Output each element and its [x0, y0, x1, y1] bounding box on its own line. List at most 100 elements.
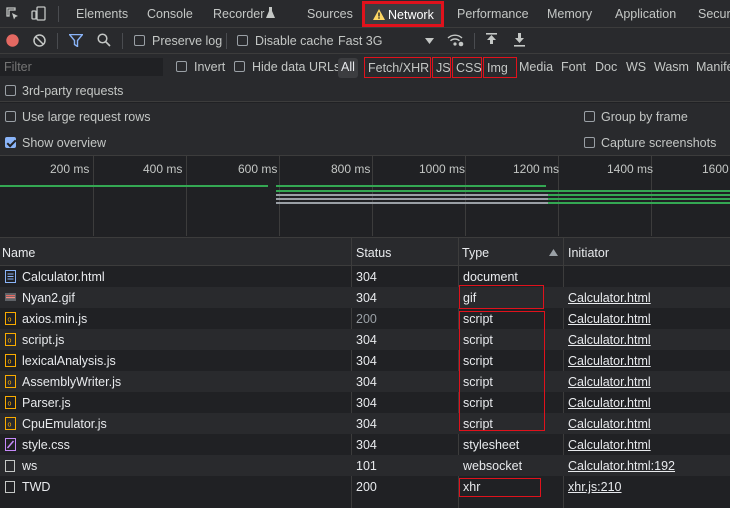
- table-row[interactable]: TWD 200 xhr xhr.js:210: [0, 476, 730, 497]
- filter-type-img[interactable]: Img: [483, 57, 517, 78]
- request-status: 304: [356, 417, 377, 431]
- filter-type-fetch-xhr[interactable]: Fetch/XHR: [364, 57, 431, 78]
- network-overview[interactable]: 200 ms 400 ms 600 ms 800 ms 1000 ms 1200…: [0, 155, 730, 236]
- column-header-status[interactable]: Status: [356, 246, 391, 260]
- table-row[interactable]: Nyan2.gif 304 gif Calculator.html: [0, 287, 730, 308]
- filter-type-media[interactable]: Media: [516, 59, 556, 76]
- request-initiator[interactable]: Calculator.html: [568, 312, 651, 326]
- table-row[interactable]: Calculator.html 304 document: [0, 266, 730, 287]
- network-conditions-icon[interactable]: [447, 33, 464, 47]
- request-initiator[interactable]: Calculator.html: [568, 291, 651, 305]
- filter-type-doc[interactable]: Doc: [592, 59, 620, 76]
- overview-bar: [548, 202, 730, 204]
- third-party-label: 3rd-party requests: [22, 84, 124, 98]
- request-initiator[interactable]: Calculator.html: [568, 396, 651, 410]
- blank-file-icon: [5, 460, 15, 472]
- filter-input[interactable]: [0, 58, 163, 76]
- request-table-header: Name Status Type Initiator: [0, 237, 730, 266]
- column-header-name[interactable]: Name: [2, 246, 35, 260]
- tab-console[interactable]: Console: [147, 7, 193, 21]
- overview-bar: [276, 198, 548, 200]
- filter-type-manifest[interactable]: Manife: [693, 59, 730, 76]
- filter-type-js[interactable]: JS: [432, 57, 451, 78]
- capture-screenshots-checkbox[interactable]: [584, 137, 595, 148]
- filter-type-wasm[interactable]: Wasm: [651, 59, 692, 76]
- export-har-icon[interactable]: [514, 33, 525, 47]
- table-row[interactable]: ws 101 websocket Calculator.html:192: [0, 455, 730, 476]
- table-row[interactable]: style.css 304 stylesheet Calculator.html: [0, 434, 730, 455]
- request-status: 304: [356, 396, 377, 410]
- request-name: script.js: [22, 333, 65, 347]
- sort-ascending-icon[interactable]: [549, 249, 558, 256]
- devtools-tab-bar: Elements Console Recorder Sources Networ…: [0, 0, 730, 28]
- request-initiator[interactable]: Calculator.html: [568, 333, 651, 347]
- large-rows-checkbox[interactable]: [5, 111, 16, 122]
- divider: [474, 33, 475, 49]
- column-header-initiator[interactable]: Initiator: [568, 246, 609, 260]
- tab-network[interactable]: Network: [362, 1, 444, 27]
- request-initiator[interactable]: Calculator.html: [568, 417, 651, 431]
- preserve-log-label: Preserve log: [152, 34, 223, 48]
- hide-data-urls-checkbox[interactable]: [234, 61, 245, 72]
- tab-sources[interactable]: Sources: [307, 7, 353, 21]
- preserve-log-checkbox[interactable]: [134, 35, 145, 46]
- disable-cache-checkbox[interactable]: [237, 35, 248, 46]
- overview-bar: [276, 194, 548, 196]
- request-initiator[interactable]: xhr.js:210: [568, 480, 622, 494]
- svg-text:o: o: [8, 317, 12, 324]
- inspect-element-icon[interactable]: [6, 7, 20, 21]
- invert-checkbox[interactable]: [176, 61, 187, 72]
- show-overview-checkbox[interactable]: [5, 137, 16, 148]
- filter-icon[interactable]: [69, 34, 83, 47]
- chevron-down-icon[interactable]: [425, 38, 434, 44]
- filter-type-css[interactable]: CSS: [452, 57, 482, 78]
- table-row[interactable]: o AssemblyWriter.js 304 script Calculato…: [0, 371, 730, 392]
- import-har-icon[interactable]: [486, 33, 497, 47]
- script-icon: o: [5, 333, 16, 346]
- divider: [57, 33, 58, 49]
- request-initiator[interactable]: Calculator.html: [568, 438, 651, 452]
- column-header-type[interactable]: Type: [462, 246, 489, 260]
- filter-type-ws[interactable]: WS: [623, 59, 649, 76]
- script-icon: o: [5, 396, 16, 409]
- table-row[interactable]: o Parser.js 304 script Calculator.html: [0, 392, 730, 413]
- image-icon: [5, 293, 16, 301]
- tab-memory[interactable]: Memory: [547, 7, 592, 21]
- tab-application[interactable]: Application: [615, 7, 676, 21]
- overview-bar: [276, 185, 546, 187]
- tab-security[interactable]: Securi: [698, 7, 730, 21]
- stylesheet-icon: [5, 438, 16, 451]
- record-icon[interactable]: [6, 34, 19, 47]
- request-status: 101: [356, 459, 377, 473]
- request-initiator[interactable]: Calculator.html: [568, 375, 651, 389]
- group-by-frame-checkbox[interactable]: [584, 111, 595, 122]
- device-toolbar-icon[interactable]: [31, 6, 47, 22]
- divider: [122, 33, 123, 49]
- hide-data-urls-label: Hide data URLs: [252, 60, 341, 74]
- divider: [226, 33, 227, 49]
- request-name: style.css: [22, 438, 70, 452]
- table-row[interactable]: o lexicalAnalysis.js 304 script Calculat…: [0, 350, 730, 371]
- warning-triangle-icon: [373, 9, 385, 20]
- throttling-select[interactable]: Fast 3G: [338, 34, 382, 48]
- third-party-checkbox[interactable]: [5, 85, 16, 96]
- overview-tick: 600 ms: [238, 162, 278, 176]
- tab-elements[interactable]: Elements: [76, 7, 128, 21]
- annotation-box: [459, 285, 544, 309]
- show-overview-label: Show overview: [22, 136, 107, 150]
- capture-screenshots-label: Capture screenshots: [601, 136, 717, 150]
- request-initiator[interactable]: Calculator.html: [568, 354, 651, 368]
- filter-type-font[interactable]: Font: [558, 59, 589, 76]
- filter-type-all[interactable]: All: [338, 58, 358, 78]
- search-icon[interactable]: [97, 33, 111, 47]
- request-name: axios.min.js: [22, 312, 88, 326]
- svg-text:o: o: [8, 338, 12, 345]
- table-row[interactable]: o axios.min.js 200 script Calculator.htm…: [0, 308, 730, 329]
- clear-icon[interactable]: [33, 34, 46, 47]
- table-row[interactable]: o CpuEmulator.js 304 script Calculator.h…: [0, 413, 730, 434]
- divider: [58, 6, 59, 22]
- tab-performance[interactable]: Performance: [457, 7, 529, 21]
- tab-recorder[interactable]: Recorder: [213, 7, 264, 21]
- table-row[interactable]: o script.js 304 script Calculator.html: [0, 329, 730, 350]
- request-initiator[interactable]: Calculator.html:192: [568, 459, 675, 473]
